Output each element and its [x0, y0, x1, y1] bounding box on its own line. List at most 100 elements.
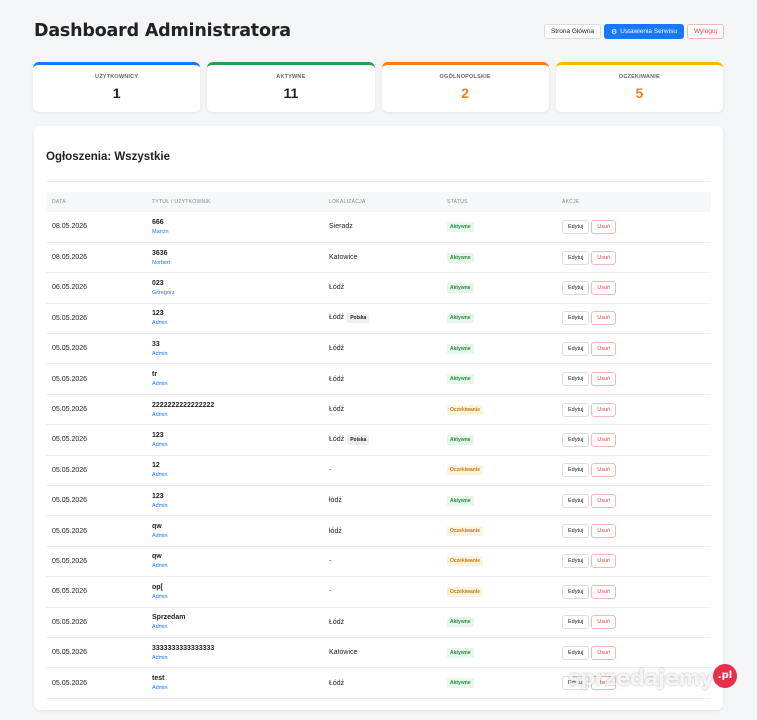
listing-user-link[interactable]: Admin — [152, 685, 323, 691]
delete-button[interactable]: Usuń — [591, 615, 617, 630]
edit-button[interactable]: Edytuj — [562, 219, 590, 234]
edit-button[interactable]: Edytuj — [562, 341, 590, 356]
settings-button[interactable]: ⚙ Ustawienia Serwisu — [603, 24, 684, 39]
listing-user-link[interactable]: Admin — [152, 594, 323, 600]
delete-button[interactable]: Usuń — [591, 463, 617, 478]
listing-user-link[interactable]: Admin — [152, 655, 323, 661]
listing-user-link[interactable]: Norbert — [152, 260, 323, 266]
column-header-title: TYTUŁ / UŻYTKOWNIK — [152, 199, 211, 205]
edit-button[interactable]: Edytuj — [562, 432, 590, 447]
cell-date: 05.05.2026 — [46, 363, 146, 395]
cell-actions: Edytuj Usuń — [556, 363, 711, 395]
delete-button[interactable]: Usuń — [591, 250, 617, 265]
edit-button[interactable]: Edytuj — [562, 463, 590, 478]
location-text: - — [329, 557, 332, 565]
cell-location: łódź — [323, 485, 441, 517]
delete-button[interactable]: Usuń — [591, 554, 617, 569]
table-row: 08.05.2026 3636 Norbert Katowice Aktywne Edyt… — [46, 242, 711, 274]
edit-button[interactable]: Edytuj — [562, 524, 590, 539]
edit-button[interactable]: Edytuj — [562, 554, 590, 569]
page-title: Dashboard Administratora — [34, 21, 291, 41]
status-badge: Aktywne — [447, 221, 474, 232]
divider — [46, 181, 711, 182]
home-button[interactable]: Strona Główna — [543, 24, 601, 39]
status-badge: Aktywne — [447, 313, 474, 324]
delete-button[interactable]: Usuń — [591, 402, 617, 417]
delete-button[interactable]: Usuń — [591, 524, 617, 539]
edit-button[interactable]: Edytuj — [562, 372, 590, 387]
cell-title: 12 Admin — [146, 455, 323, 487]
edit-button[interactable]: Edytuj — [562, 584, 590, 599]
listing-user-link[interactable]: Marcin — [152, 229, 323, 235]
listing-title: tr — [152, 371, 158, 379]
cell-status: Aktywne — [441, 424, 556, 456]
edit-button[interactable]: Edytuj — [562, 493, 590, 508]
listing-user-link[interactable]: Grzegorz — [152, 290, 323, 296]
cell-title: 33 Admin — [146, 333, 323, 365]
listing-user-link[interactable]: Admin — [152, 533, 323, 539]
table-row: 05.05.2026 2222222222222222 Admin Łódź Oczek… — [46, 394, 711, 426]
cell-status: Oczekiwanie — [441, 546, 556, 578]
header-actions: Strona Główna ⚙ Ustawienia Serwisu Wylog… — [543, 24, 724, 39]
cell-location: - — [323, 576, 441, 608]
delete-button[interactable]: Usuń — [591, 432, 617, 447]
edit-button[interactable]: Edytuj — [562, 645, 590, 660]
listing-user-link[interactable]: Admin — [152, 472, 323, 478]
listing-user-link[interactable]: Admin — [152, 320, 323, 326]
edit-button[interactable]: Edytuj — [562, 311, 590, 326]
cell-actions: Edytuj Usuń — [556, 607, 711, 638]
watermark-logo: sprzedajemy — [568, 666, 714, 690]
delete-button[interactable]: Usuń — [591, 645, 617, 660]
listing-title: 12 — [152, 462, 160, 470]
column-header-date: DATA — [52, 199, 66, 205]
cell-status: Aktywne — [441, 667, 556, 699]
column-header-actions: AKCJE — [562, 199, 580, 205]
listing-user-link[interactable]: Admin — [152, 381, 323, 387]
cell-title: 3636 Norbert — [146, 242, 323, 274]
settings-button-label: Ustawienia Serwisu — [620, 28, 677, 35]
cell-title: 123 Admin — [146, 424, 323, 456]
stat-card-nationwide: OGÓLNOPOLSKIE 2 — [381, 62, 549, 112]
delete-button[interactable]: Usuń — [591, 341, 617, 356]
listing-user-link[interactable]: Admin — [152, 624, 323, 630]
listing-title: 3333333333333333 — [152, 644, 215, 652]
listing-title: 3636 — [152, 249, 168, 257]
cell-title: 023 Grzegorz — [146, 272, 323, 304]
edit-button[interactable]: Edytuj — [562, 280, 590, 295]
page-header: Dashboard Administratora Strona Główna ⚙… — [34, 20, 724, 44]
delete-button[interactable]: Usuń — [591, 584, 617, 599]
delete-button[interactable]: Usuń — [591, 219, 617, 234]
logout-button[interactable]: Wyloguj — [686, 24, 724, 39]
location-text: Katowice — [329, 649, 358, 657]
edit-button[interactable]: Edytuj — [562, 250, 590, 265]
edit-button[interactable]: Edytuj — [562, 402, 590, 417]
listing-user-link[interactable]: Admin — [152, 563, 323, 569]
stat-value: 1 — [112, 85, 121, 101]
listing-user-link[interactable]: Admin — [152, 503, 323, 509]
listings-card: Ogłoszenia: Wszystkie DATA TYTUŁ / UŻYTK… — [34, 126, 723, 710]
listing-user-link[interactable]: Admin — [152, 412, 323, 418]
edit-button[interactable]: Edytuj — [562, 615, 590, 630]
cell-actions: Edytuj Usuń — [556, 515, 711, 547]
table-row: 05.05.2026 3333333333333333 Admin Katowice A… — [46, 637, 711, 669]
delete-button[interactable]: Usuń — [591, 372, 617, 387]
listing-user-link[interactable]: Admin — [152, 442, 323, 448]
status-badge: Oczekiwanie — [447, 526, 484, 537]
cell-actions: Edytuj Usuń — [556, 303, 711, 335]
stat-label: OGÓLNOPOLSKIE — [439, 74, 491, 80]
delete-button[interactable]: Usuń — [591, 493, 617, 508]
table-row: 05.05.2026 123 Admin łódź Aktywne Edytuj Usuń — [46, 485, 711, 517]
delete-button[interactable]: Usuń — [591, 280, 617, 295]
location-text: Łódź — [329, 375, 345, 383]
location-text: łódź — [329, 497, 342, 505]
status-badge: Oczekiwanie — [447, 404, 484, 415]
listing-user-link[interactable]: Admin — [152, 351, 323, 357]
cell-location: Sieradz — [323, 212, 441, 243]
cell-title: 3333333333333333 Admin — [146, 637, 323, 669]
cell-actions: Edytuj Usuń — [556, 394, 711, 426]
stat-label: UŻYTKOWNICY — [95, 74, 139, 80]
delete-button[interactable]: Usuń — [591, 311, 617, 326]
table-row: 05.05.2026 33 Admin Łódź Aktywne Edytuj Usuń — [46, 333, 711, 365]
cell-location: Łódź — [323, 667, 441, 699]
status-badge: Aktywne — [447, 678, 474, 689]
